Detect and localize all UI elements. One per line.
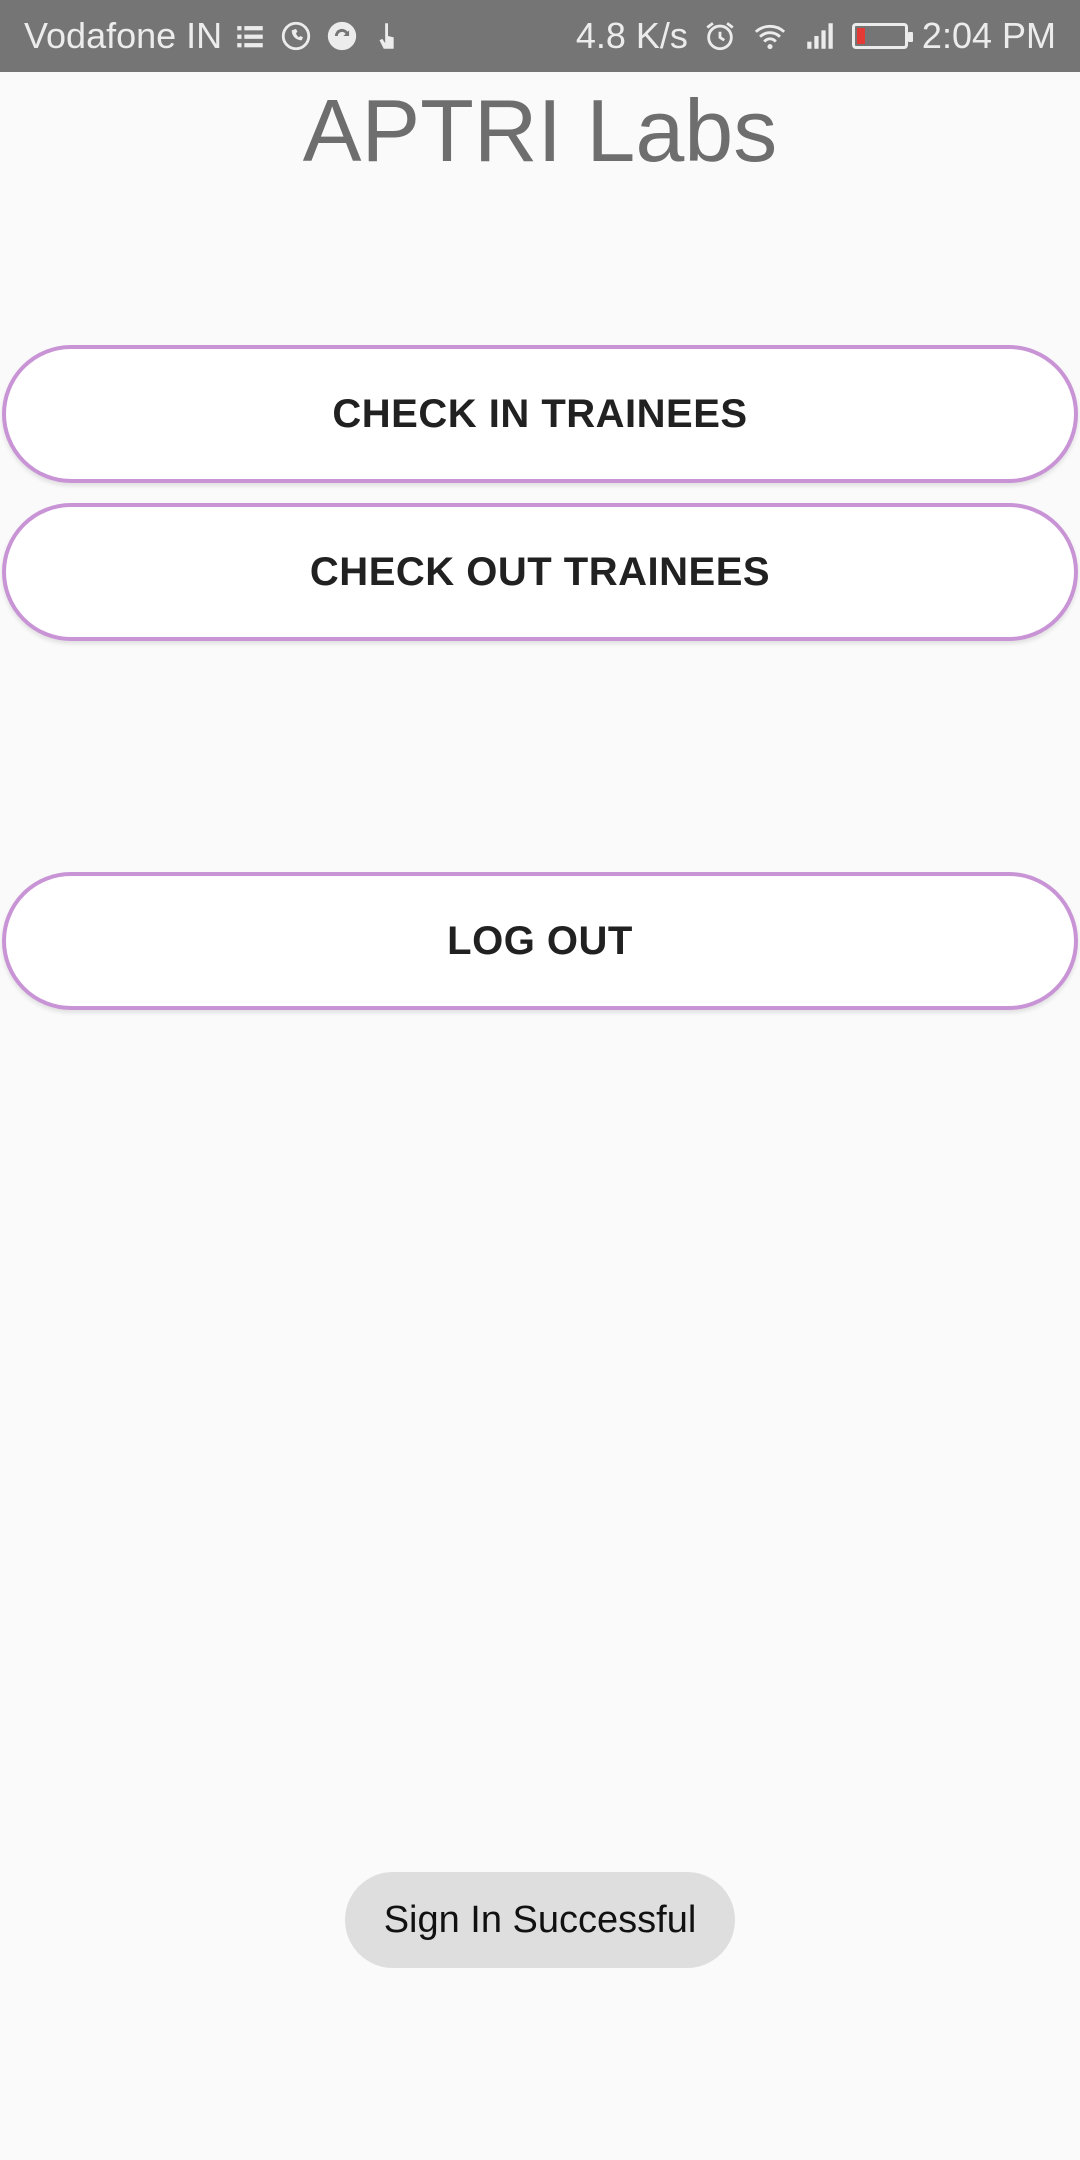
check-in-trainees-button[interactable]: CHECK IN TRAINEES xyxy=(2,345,1078,483)
touch-icon xyxy=(370,18,406,54)
list-icon xyxy=(232,18,268,54)
battery-icon xyxy=(851,23,913,49)
sync-icon xyxy=(324,18,360,54)
wifi-icon xyxy=(752,18,788,54)
status-bar-left: Vodafone IN xyxy=(24,15,406,57)
check-out-trainees-button[interactable]: CHECK OUT TRAINEES xyxy=(2,503,1078,641)
carrier-name: Vodafone IN xyxy=(24,15,223,56)
log-out-button[interactable]: LOG OUT xyxy=(2,872,1078,1010)
page-title: APTRI Labs xyxy=(302,81,778,180)
network-speed: 4.8 K/s xyxy=(575,15,688,56)
signal-icon xyxy=(802,18,838,54)
whatsapp-icon xyxy=(278,18,314,54)
status-bar: Vodafone IN 4.8 K/s 2:04 PM xyxy=(0,0,1080,72)
clock-time: 2:04 PM xyxy=(921,15,1056,56)
toast-message: Sign In Successful xyxy=(345,1872,735,1968)
alarm-icon xyxy=(702,18,738,54)
status-bar-right: 4.8 K/s 2:04 PM xyxy=(576,15,1056,57)
